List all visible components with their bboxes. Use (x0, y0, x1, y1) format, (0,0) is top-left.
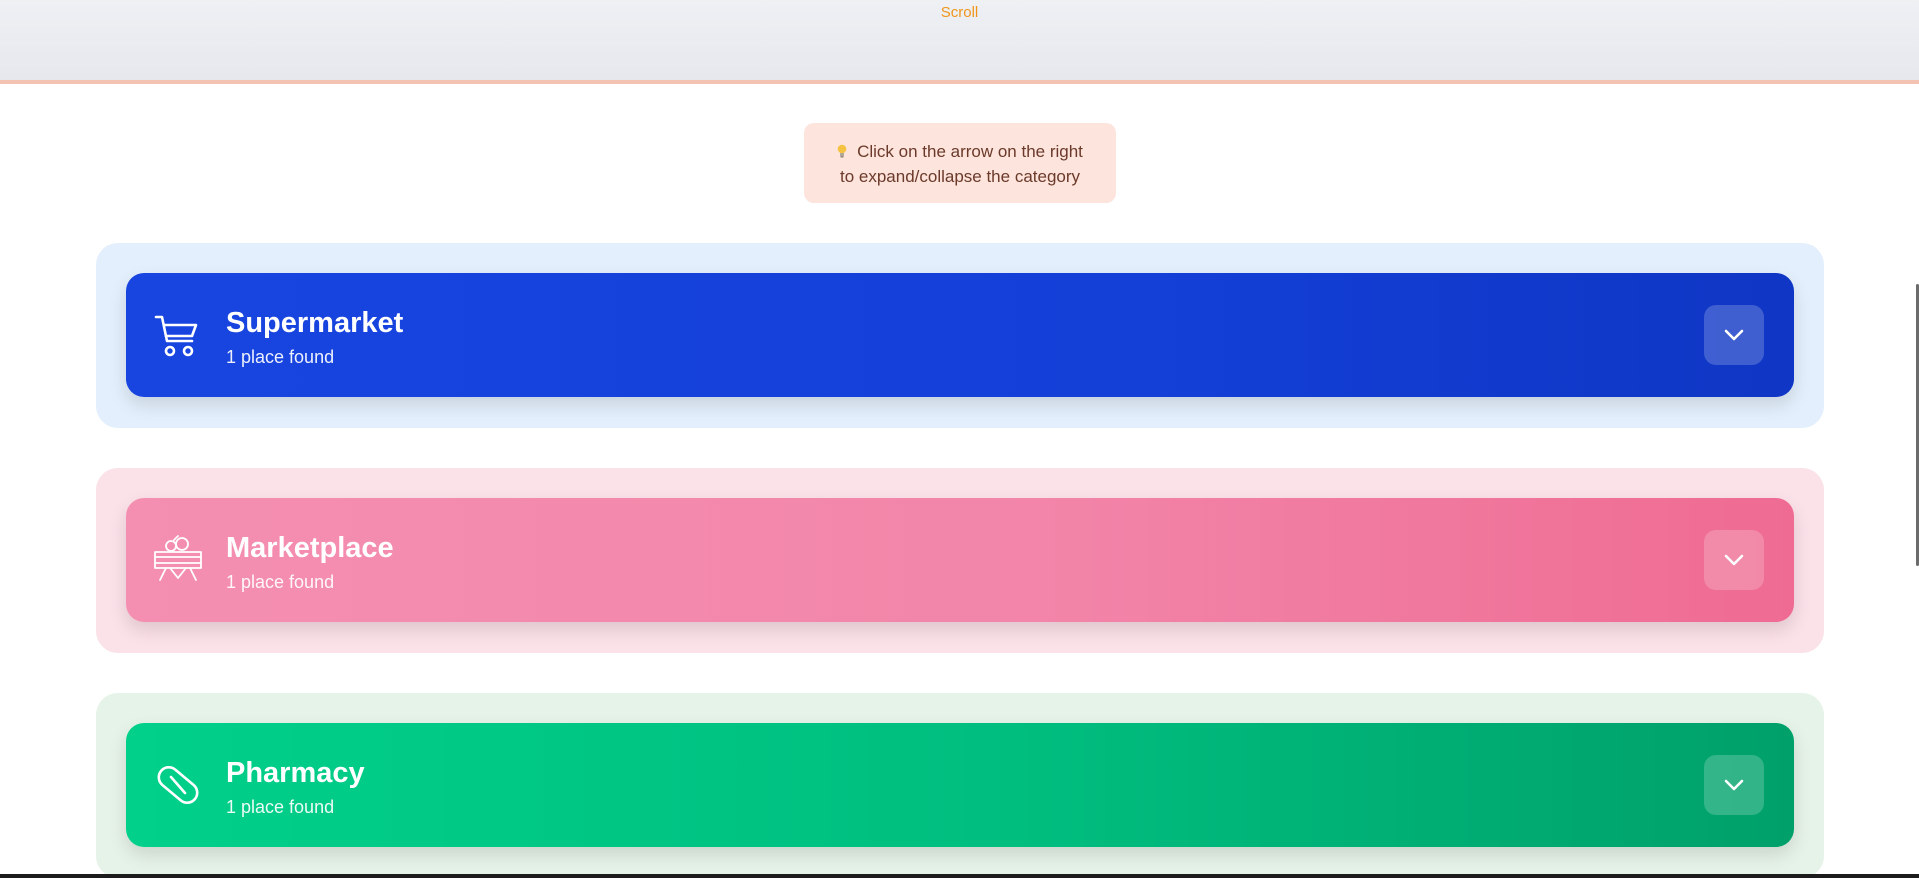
category-header-pharmacy[interactable]: Pharmacy 1 place found (126, 723, 1794, 847)
hint-line-1: Click on the arrow on the right (857, 142, 1083, 161)
expand-button-marketplace[interactable] (1704, 530, 1764, 590)
bottom-edge (0, 874, 1919, 878)
scroll-label: Scroll (940, 4, 979, 21)
category-title: Supermarket (226, 307, 404, 339)
category-title: Marketplace (226, 532, 394, 564)
market-stall-icon (154, 535, 202, 581)
hint-line-2: to expand/collapse the category (839, 167, 1081, 186)
category-subtitle: 1 place found (226, 572, 335, 592)
category-subtitle: 1 place found (226, 797, 335, 817)
lightbulb-icon (837, 144, 847, 158)
category-title: Pharmacy (226, 757, 365, 789)
chevron-down-icon (1724, 779, 1744, 791)
top-banner: Scroll (0, 0, 1919, 84)
pill-icon (157, 765, 199, 805)
chevron-down-icon (1724, 329, 1744, 341)
shopping-cart-icon (154, 315, 198, 357)
expand-button-pharmacy[interactable] (1704, 755, 1764, 815)
category-section-marketplace: Marketplace 1 place found (96, 468, 1824, 653)
chevron-down-icon (1724, 554, 1744, 566)
category-header-marketplace[interactable]: Marketplace 1 place found (126, 498, 1794, 622)
category-section-pharmacy: Pharmacy 1 place found (96, 693, 1824, 878)
category-header-supermarket[interactable]: Supermarket 1 place found (126, 273, 1794, 397)
expand-button-supermarket[interactable] (1704, 305, 1764, 365)
category-section-supermarket: Supermarket 1 place found (96, 243, 1824, 428)
category-subtitle: 1 place found (226, 347, 335, 367)
hint-box: Click on the arrow on the right to expan… (804, 123, 1116, 203)
